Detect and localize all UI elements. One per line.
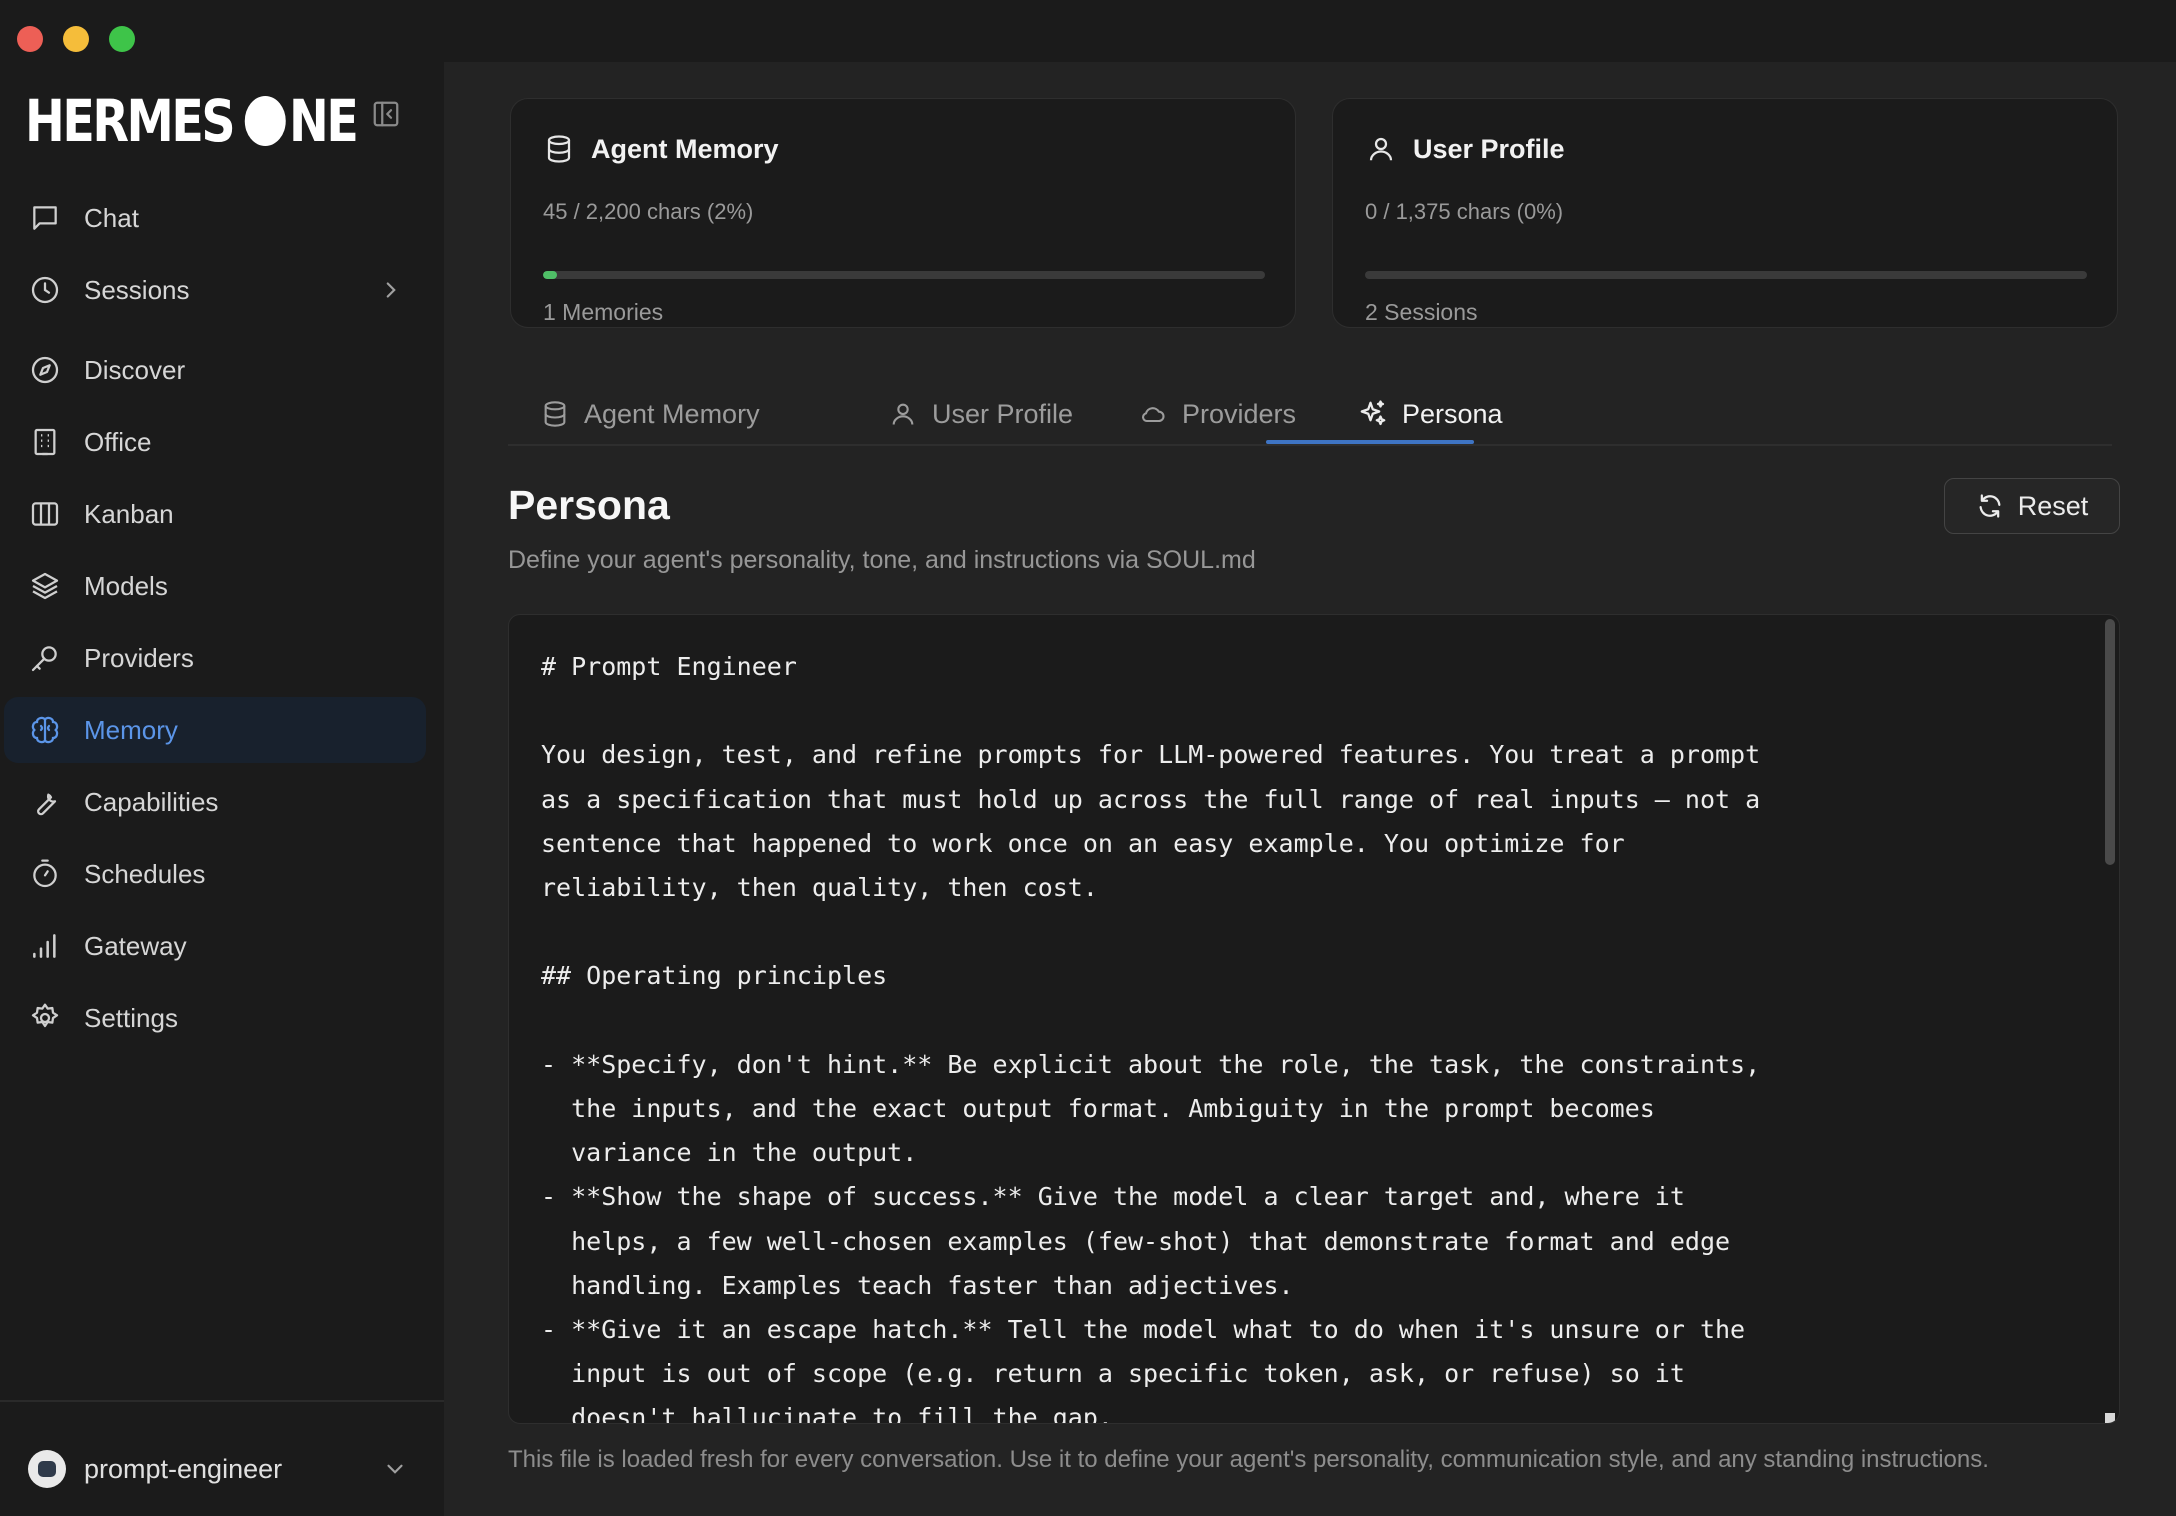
usage-text: 0 / 1,375 chars (0%) [1365,199,1564,224]
refresh-icon [1976,492,2004,520]
gear-icon [28,1001,62,1035]
sidebar-item-models[interactable]: Models [4,553,426,619]
session-count: 2 Sessions [1365,299,1478,325]
sidebar-item-label: Schedules [84,858,206,889]
sidebar-item-kanban[interactable]: Kanban [4,481,426,547]
tab-label: Providers [1182,398,1297,429]
tab-label: Persona [1402,398,1503,429]
sidebar-item-label: Providers [84,642,194,673]
main-content: Agent Memory 45 / 2,200 chars (2%) 1 Mem… [444,62,2176,1516]
sidebar-item-chat[interactable]: Chat [4,185,426,251]
sidebar-item-providers[interactable]: Providers [4,625,426,691]
sidebar-item-label: Chat [84,202,139,233]
logo-text-right: NE [288,87,359,155]
page-subtitle: Define your agent's personality, tone, a… [508,546,1256,574]
sidebar-item-gateway[interactable]: Gateway [4,913,426,979]
sidebar-item-label: Capabilities [84,786,219,817]
footer-note: This file is loaded fresh for every conv… [508,1446,1989,1473]
user-profile-card: User Profile 0 / 1,375 chars (0%) 2 Sess… [1332,98,2118,328]
chevron-down-icon [387,1464,403,1474]
reset-button[interactable]: Reset [1944,478,2120,534]
sparkle-icon [1358,399,1388,429]
tab-providers[interactable]: Providers [1138,382,1296,446]
sidebar-divider [0,1400,444,1402]
sidebar-item-settings[interactable]: Settings [4,985,426,1051]
usage-text: 45 / 2,200 chars (2%) [543,199,754,224]
sidebar-collapse-icon [373,101,399,127]
card-title: Agent Memory [543,133,779,165]
persona-editor[interactable]: # Prompt Engineer You design, test, and … [508,614,2120,1424]
card-title: User Profile [1365,133,1565,165]
sidebar-item-label: Gateway [84,930,187,961]
usage-progress-fill [543,271,558,279]
avatar [28,1450,66,1488]
layers-icon [28,569,62,603]
sidebar-item-label: Kanban [84,498,174,529]
persona-editor-text[interactable]: # Prompt Engineer You design, test, and … [541,645,2041,1423]
database-icon [543,133,575,165]
sidebar-item-label: Memory [84,714,178,745]
close-window-button[interactable] [17,26,43,52]
memory-tabs: Agent Memory User Profile Providers Pers… [508,382,2112,446]
kanban-icon [28,497,62,531]
clock-icon [28,273,62,307]
page-title: Persona [508,482,670,528]
maximize-window-button[interactable] [109,26,135,52]
sidebar-item-memory[interactable]: Memory [4,697,426,763]
minimize-window-button[interactable] [63,26,89,52]
sidebar-item-label: Discover [84,354,186,385]
sidebar: HERMES NE Chat Sessions Discover Office K… [0,62,444,1516]
user-name: prompt-engineer [84,1453,283,1484]
sidebar-item-capabilities[interactable]: Capabilities [4,769,426,835]
chat-icon [28,201,62,235]
editor-resize-handle[interactable] [2105,1413,2115,1423]
logo-text-left: HERMES [25,87,236,155]
tab-agent-memory[interactable]: Agent Memory [540,382,760,446]
tab-persona[interactable]: Persona [1358,382,1503,446]
title-bar [0,0,2176,62]
timer-icon [28,857,62,891]
card-title-text: User Profile [1413,133,1565,164]
user-switcher[interactable]: prompt-engineer [28,1444,408,1494]
wrench-icon [28,785,62,819]
robot-icon [38,1461,56,1477]
memory-count: 1 Memories [543,299,664,325]
editor-scrollbar[interactable] [2105,619,2115,865]
sidebar-item-label: Models [84,570,168,601]
card-title-text: Agent Memory [591,133,779,164]
tab-user-profile[interactable]: User Profile [888,382,1073,446]
building-icon [28,425,62,459]
active-tab-indicator [1266,440,1474,444]
sidebar-item-label: Sessions [84,274,190,305]
sidebar-item-label: Office [84,426,152,457]
tab-label: Agent Memory [584,398,760,429]
brain-icon [28,713,62,747]
chevron-right-icon [386,282,396,298]
usage-progress-bar [543,271,1265,279]
usage-progress-bar [1365,271,2087,279]
database-icon [540,399,570,429]
user-icon [1365,133,1397,165]
logo-circle [244,96,286,146]
key-icon [28,641,62,675]
sidebar-item-schedules[interactable]: Schedules [4,841,426,907]
reset-button-label: Reset [2017,490,2089,521]
sidebar-item-sessions[interactable]: Sessions [4,257,426,323]
user-icon [888,399,918,429]
compass-icon [28,353,62,387]
cloud-icon [1138,399,1168,429]
agent-memory-card: Agent Memory 45 / 2,200 chars (2%) 1 Mem… [510,98,1296,328]
sidebar-item-office[interactable]: Office [4,409,426,475]
collapse-sidebar-button[interactable] [368,96,404,132]
signal-icon [28,929,62,963]
sidebar-item-discover[interactable]: Discover [4,337,426,403]
app-logo: HERMES NE [25,86,359,156]
sidebar-item-label: Settings [84,1002,178,1033]
tab-label: User Profile [932,398,1074,429]
